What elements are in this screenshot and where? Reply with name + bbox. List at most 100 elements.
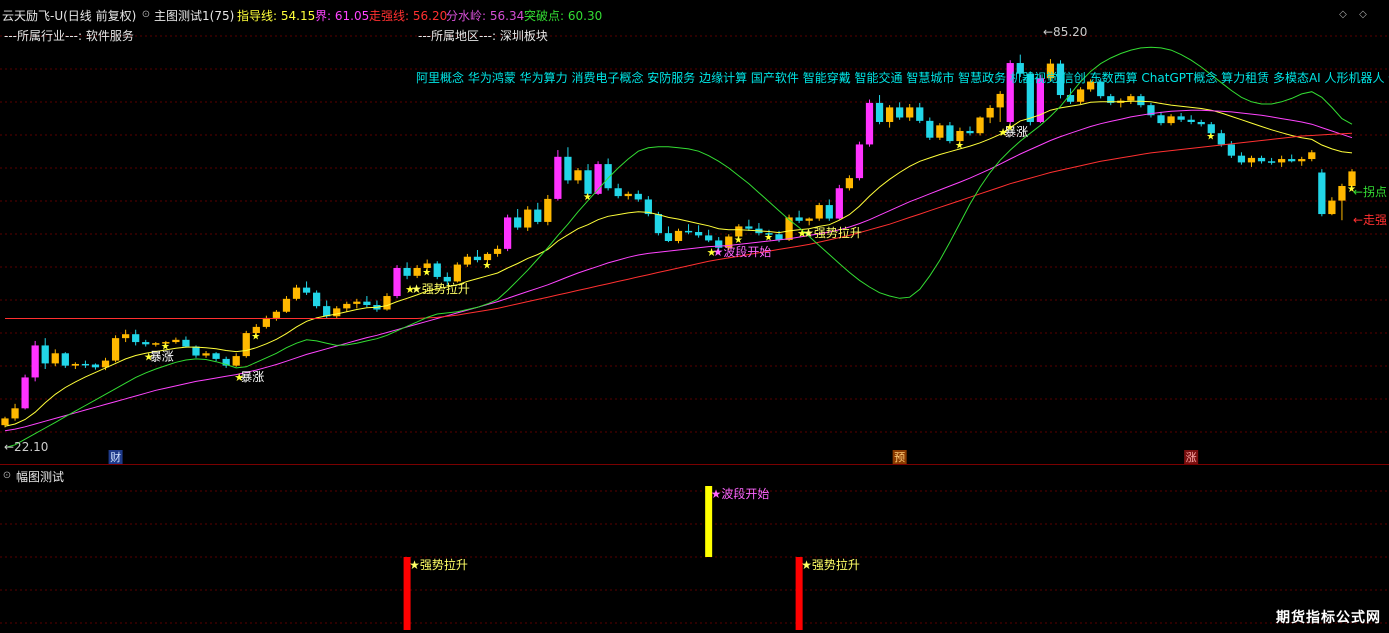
candle-body xyxy=(413,267,421,276)
star-marker-icon: ★ xyxy=(483,261,492,272)
candle-body xyxy=(785,217,793,240)
candle-body xyxy=(564,156,572,181)
candle-body xyxy=(1197,121,1205,125)
sub-chart[interactable]: ★强势拉升 ★波段开始 ★强势拉升 ⊙ 幅图测试 xyxy=(0,464,1389,633)
candle-body xyxy=(1066,95,1075,102)
signal-star-icon: ★ xyxy=(234,371,244,384)
candle-body xyxy=(1267,161,1276,163)
signal-star-icon: ★ xyxy=(144,351,154,364)
watermark: 期货指标公式网 xyxy=(1276,610,1381,626)
candle-body xyxy=(1127,96,1135,101)
candle-body xyxy=(544,198,552,222)
candle-body xyxy=(403,267,411,276)
indicator-breakout: 突破点: 60.30 xyxy=(524,9,603,23)
formula-title[interactable]: 主图测试1(75) xyxy=(154,7,234,24)
candle-body xyxy=(383,296,391,310)
candle-body xyxy=(323,306,331,317)
candle-body xyxy=(51,353,59,364)
candle-body xyxy=(524,209,532,228)
star-marker-icon: ★ xyxy=(251,331,260,342)
series-line xyxy=(5,132,1353,319)
candle-body xyxy=(1278,159,1286,163)
candle-body xyxy=(1288,159,1296,162)
candle-body xyxy=(11,408,19,419)
candle-body xyxy=(61,353,69,366)
concepts-label: 阿里概念 华为鸿蒙 华为算力 消费电子概念 安防服务 边缘计算 国产软件 智能穿… xyxy=(416,71,1389,85)
candle-body xyxy=(634,193,642,200)
candle-body xyxy=(1338,185,1346,201)
candle-body xyxy=(31,345,39,378)
candle-body xyxy=(684,230,693,233)
candle-body xyxy=(875,102,884,122)
candle-body xyxy=(343,303,351,309)
candle-body xyxy=(353,301,361,304)
candle-body xyxy=(795,217,803,221)
candle-body xyxy=(574,170,582,181)
candle-body xyxy=(282,298,291,312)
candle-body xyxy=(262,317,270,327)
candle-body xyxy=(1318,172,1326,215)
candle-body xyxy=(554,156,562,199)
expand-icon[interactable]: ◇ xyxy=(1356,8,1370,22)
candle-body xyxy=(906,107,914,118)
candle-body xyxy=(242,333,250,357)
candle-body xyxy=(363,301,371,306)
candle-body xyxy=(966,130,974,134)
candle-body xyxy=(534,209,542,222)
candle-body xyxy=(21,377,29,409)
candle-body xyxy=(152,343,160,345)
candle-body xyxy=(272,311,281,318)
candle-body xyxy=(503,217,512,249)
signal-label: ★强势拉升 xyxy=(411,281,470,296)
series-line xyxy=(4,100,1353,427)
candle-body xyxy=(926,120,934,138)
star-marker-icon: ★ xyxy=(422,267,431,278)
x-axis-marker-label: 财 xyxy=(110,450,121,464)
candle-body xyxy=(1227,144,1235,156)
right-edge-label: ←走强 xyxy=(1353,213,1387,227)
formula-toggle-icon[interactable]: ⊙ xyxy=(139,8,153,22)
candle-body xyxy=(1157,115,1165,124)
candle-body xyxy=(433,263,441,277)
signal-star-icon: ★ xyxy=(707,246,717,259)
candle-body xyxy=(584,170,592,194)
candle-body xyxy=(292,287,301,299)
candle-body xyxy=(192,346,200,356)
industry-label: ---所属行业---: 软件服务 xyxy=(4,29,134,43)
candle-body xyxy=(1217,133,1225,145)
sub-signal-label: ★强势拉升 xyxy=(801,557,860,572)
candle-body xyxy=(1247,157,1256,163)
price-low-label: ←22.10 xyxy=(4,440,49,454)
candle-body xyxy=(1076,89,1085,102)
candle-body xyxy=(654,214,663,234)
candle-body xyxy=(885,107,894,122)
candle-body xyxy=(182,339,190,347)
x-axis-marker-label: 涨 xyxy=(1186,451,1197,464)
candle-body xyxy=(132,334,140,343)
star-marker-icon: ★ xyxy=(161,341,170,352)
star-marker-icon: ★ xyxy=(955,140,964,151)
stock-title[interactable]: 云天励飞-U(日线 前复权) xyxy=(2,7,136,24)
star-marker-icon: ★ xyxy=(734,235,743,246)
candle-body xyxy=(694,232,703,236)
sub-toggle-icon[interactable]: ⊙ xyxy=(0,469,14,483)
candle-body xyxy=(333,308,341,317)
candle-body xyxy=(1298,159,1306,162)
candle-body xyxy=(514,217,522,228)
candle-body xyxy=(212,353,220,359)
candle-body xyxy=(142,342,150,345)
sub-chart-title: 幅图测试 xyxy=(16,470,65,484)
candle-body xyxy=(111,338,120,361)
main-candlestick-chart[interactable]: 财预涨跌暴涨★暴涨★★强势拉升★★波段开始★★强势拉升★暴涨★★★★★★★★★★… xyxy=(0,24,1389,464)
candle-body xyxy=(775,234,783,240)
collapse-icon[interactable]: ◇ xyxy=(1336,8,1350,22)
candle-body xyxy=(825,205,833,219)
series-line xyxy=(4,109,1353,432)
candle-body xyxy=(122,334,130,339)
signal-star-icon: ★ xyxy=(405,283,415,296)
candle-body xyxy=(1257,157,1266,162)
candle-body xyxy=(1328,200,1336,215)
candle-body xyxy=(393,267,401,297)
candle-body xyxy=(1308,152,1316,160)
candle-body xyxy=(624,193,632,197)
